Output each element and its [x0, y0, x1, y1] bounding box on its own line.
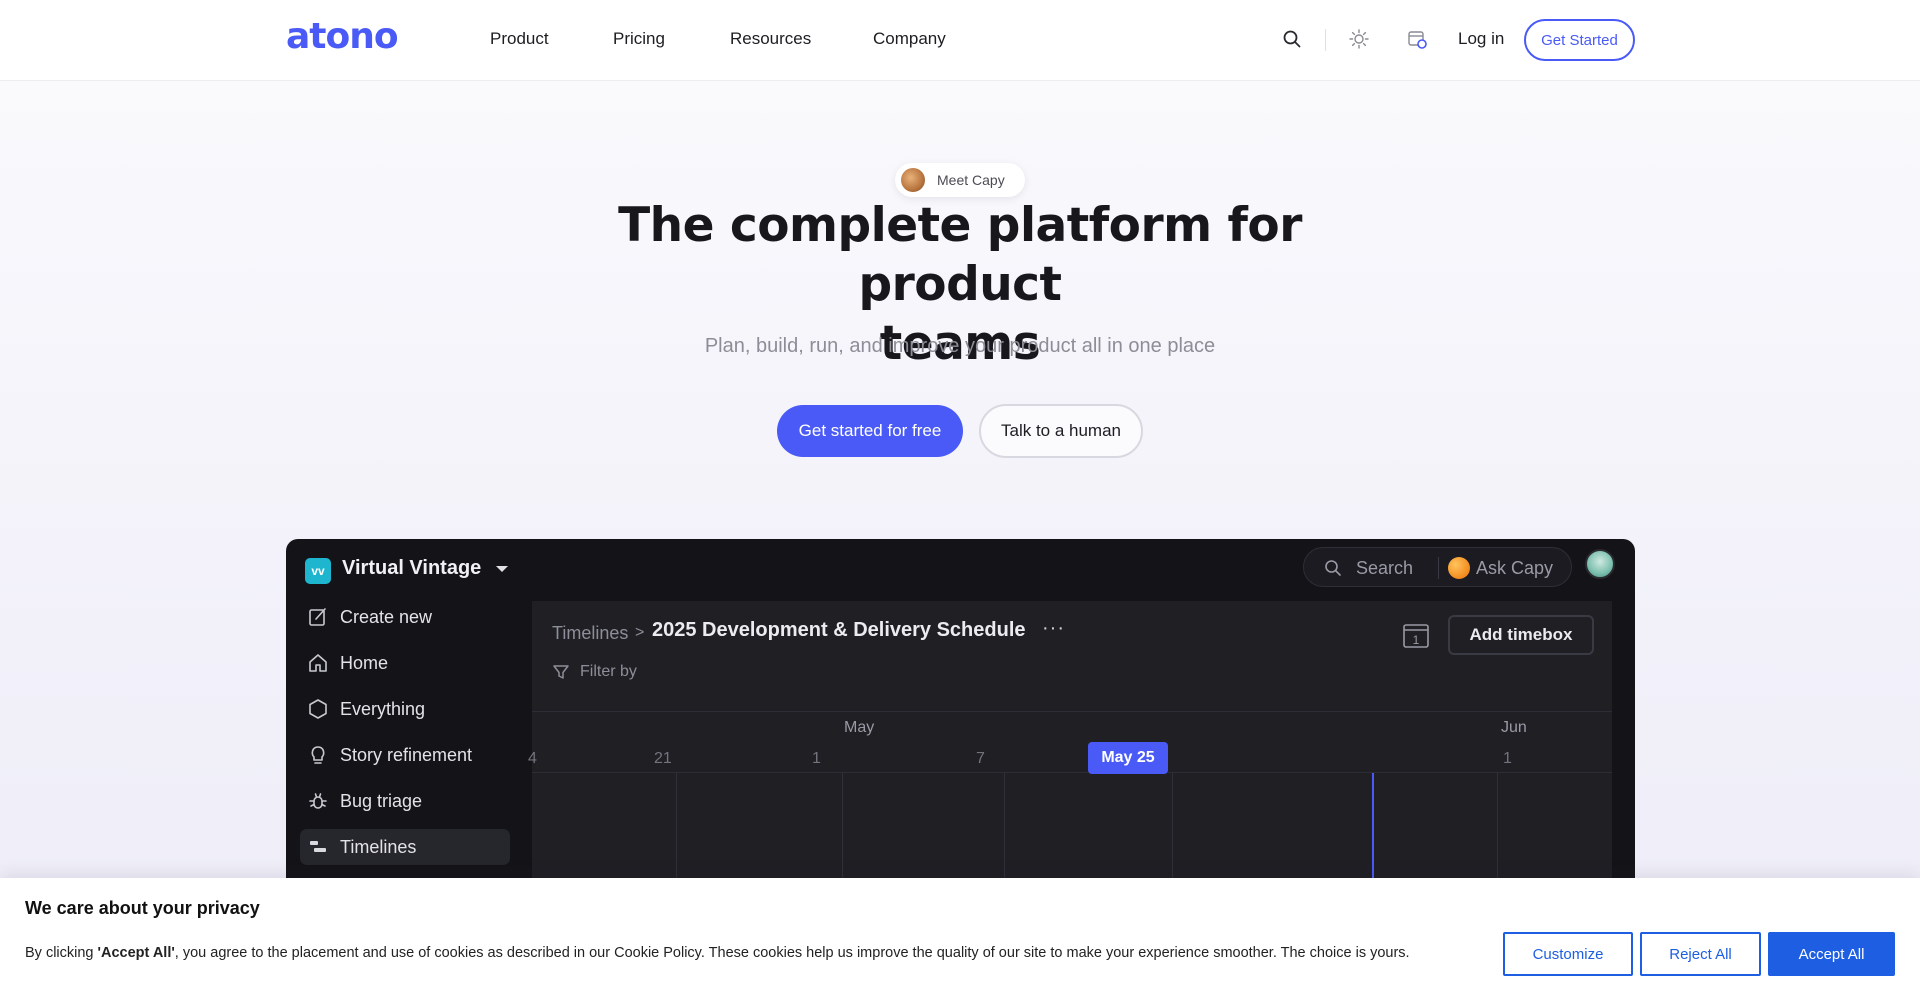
compose-icon	[306, 605, 330, 629]
hero-title-line1: The complete platform for product	[618, 198, 1302, 312]
login-link[interactable]: Log in	[1458, 29, 1504, 49]
lightbulb-icon	[306, 743, 330, 767]
top-nav: atono Product Pricing Resources Company …	[0, 0, 1920, 81]
nav-company[interactable]: Company	[873, 29, 946, 49]
sidebar-item-label: Everything	[340, 698, 426, 719]
breadcrumb-timelines[interactable]: Timelines	[552, 623, 628, 644]
search-icon[interactable]	[1281, 28, 1303, 50]
sidebar-item-everything[interactable]: Everything	[300, 691, 510, 727]
sidebar-item-bug-triage[interactable]: Bug triage	[300, 783, 510, 819]
breadcrumb-separator: >	[635, 624, 645, 641]
timeline-divider	[532, 772, 1612, 773]
nav-pricing[interactable]: Pricing	[613, 29, 665, 49]
sidebar-item-label: Bug triage	[340, 790, 423, 811]
hexagon-icon	[306, 697, 330, 721]
nav-product[interactable]: Product	[490, 29, 549, 49]
chevron-down-icon[interactable]	[496, 566, 508, 572]
sidebar-item-home[interactable]: Home	[300, 645, 510, 681]
capy-icon	[1448, 557, 1470, 579]
reject-all-button[interactable]: Reject All	[1640, 932, 1761, 976]
add-timebox-button[interactable]: Add timebox	[1448, 615, 1594, 655]
search-icon	[1324, 559, 1342, 577]
app-preview: vv Virtual Vintage Search Ask Capy Creat…	[286, 539, 1635, 899]
today-badge: May 25	[1088, 742, 1168, 774]
calendar-day-number: 1	[1413, 633, 1420, 647]
capy-avatar	[901, 168, 925, 192]
sun-icon[interactable]	[1348, 28, 1370, 50]
get-started-free-button[interactable]: Get started for free	[777, 405, 963, 457]
month-label: May	[844, 719, 875, 736]
date-tick: 21	[654, 750, 672, 767]
search-divider	[1438, 557, 1439, 579]
workspace-badge: vv	[305, 558, 331, 584]
user-avatar[interactable]	[1585, 549, 1615, 579]
talk-to-human-button[interactable]: Talk to a human	[979, 404, 1143, 458]
date-tick: 4	[528, 750, 537, 767]
sidebar-item-create-new[interactable]: Create new	[300, 599, 510, 635]
nav-divider	[1325, 29, 1326, 51]
pill-label: Meet Capy	[937, 172, 1005, 188]
sidebar-item-label: Timelines	[340, 836, 417, 857]
customize-button[interactable]: Customize	[1503, 932, 1633, 976]
search-label: Search	[1356, 558, 1414, 578]
filter-label: Filter by	[580, 663, 637, 680]
timeline-divider	[532, 711, 1612, 712]
sidebar-item-timelines[interactable]: Timelines	[300, 829, 510, 865]
cookie-banner: We care about your privacy By clicking '…	[0, 878, 1920, 993]
cookie-text-bold: 'Accept All'	[97, 945, 175, 961]
cookie-title: We care about your privacy	[25, 898, 260, 918]
app-sidebar: Create new Home Everything Story refinem…	[286, 599, 532, 899]
nav-resources[interactable]: Resources	[730, 29, 811, 49]
date-tick: 7	[976, 750, 985, 767]
hero-subtitle: Plan, build, run, and improve your produ…	[704, 335, 1216, 357]
cookie-text-suffix: , you agree to the placement and use of …	[174, 945, 1410, 961]
sidebar-item-story-refinement[interactable]: Story refinement	[300, 737, 510, 773]
logo[interactable]: atono	[286, 16, 399, 57]
meet-capy-pill[interactable]: Meet Capy	[895, 163, 1025, 197]
date-tick: 1	[812, 750, 821, 767]
calendar-icon[interactable]	[1406, 28, 1428, 50]
accept-all-button[interactable]: Accept All	[1768, 932, 1895, 976]
cookie-text-prefix: By clicking	[25, 945, 98, 961]
workspace-name[interactable]: Virtual Vintage	[342, 557, 481, 580]
timeline-title: 2025 Development & Delivery Schedule	[652, 619, 1026, 641]
get-started-button[interactable]: Get Started	[1524, 19, 1635, 61]
bug-icon	[306, 789, 330, 813]
month-label: Jun	[1501, 719, 1527, 736]
date-tick: 1	[1503, 750, 1512, 767]
calendar-today-icon[interactable]: 1	[1402, 621, 1430, 654]
sidebar-item-label: Story refinement	[340, 744, 473, 765]
filter-by-button[interactable]: Filter by	[552, 663, 637, 681]
sidebar-item-label: Create new	[340, 606, 433, 627]
home-icon	[306, 651, 330, 675]
app-search-bar[interactable]: Search Ask Capy	[1303, 547, 1572, 587]
ask-capy-label[interactable]: Ask Capy	[1476, 558, 1553, 579]
filter-icon	[553, 665, 569, 679]
timeline-icon	[306, 835, 330, 859]
more-options-icon[interactable]: ···	[1042, 617, 1065, 640]
sidebar-item-label: Home	[340, 652, 389, 673]
cookie-text: By clicking 'Accept All', you agree to t…	[25, 945, 1410, 961]
